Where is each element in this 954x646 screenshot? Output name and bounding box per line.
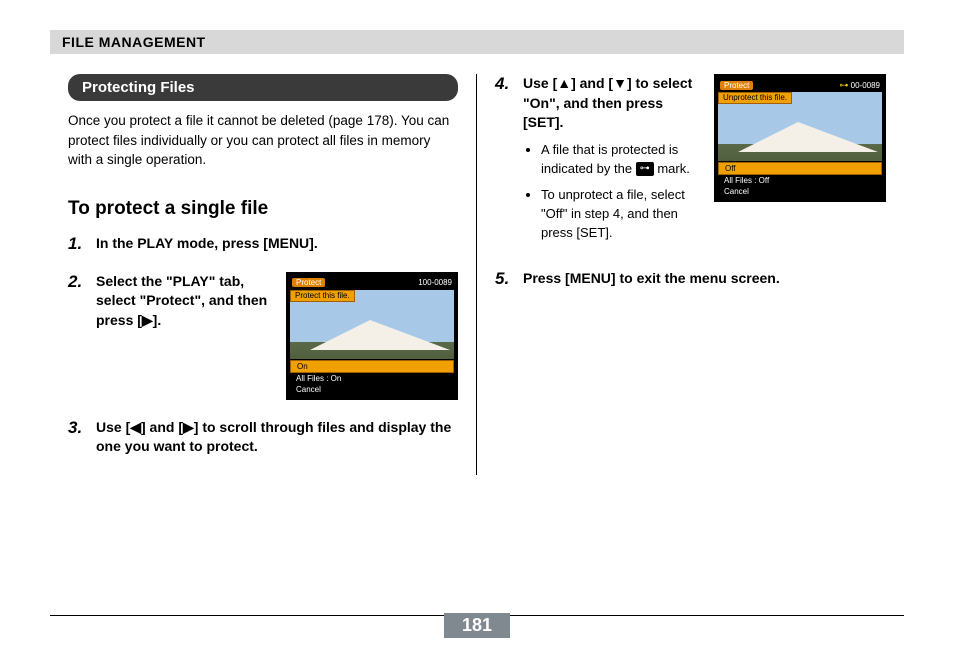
section-title: To protect a single file (68, 198, 458, 220)
lcd-preview-image (718, 124, 882, 152)
intro-text: Once you protect a file it cannot be del… (68, 111, 458, 170)
lcd-menu: Off All Files : Off Cancel (718, 161, 882, 198)
lcd-menu-item: All Files : Off (718, 175, 882, 186)
step-4: 4. Use [▲] and [▼] to select "On", and t… (495, 74, 886, 251)
step-text: Press [MENU] to exit the menu screen. (523, 269, 886, 289)
lcd-topbar: Protect ⊶ 00-0089 (718, 78, 882, 92)
page-number: 181 (444, 613, 510, 638)
lcd-subbar: Unprotect this file. (718, 92, 792, 104)
lcd-menu-item: All Files : On (290, 373, 454, 384)
subsection-header: Protecting Files (68, 74, 458, 101)
step-number: 1. (68, 234, 88, 254)
page-columns: Protecting Files Once you protect a file… (50, 74, 904, 475)
lcd-protect-label: Protect (292, 278, 325, 287)
lcd-menu-item: Cancel (718, 186, 882, 197)
lcd-menu-selected: Off (718, 162, 882, 175)
lcd-menu: On All Files : On Cancel (290, 359, 454, 396)
protect-key-icon: ⊶ (636, 162, 654, 177)
step-text: Use [▲] and [▼] to select "On", and then… (523, 74, 702, 133)
step-2: 2. Select the "PLAY" tab, select "Protec… (68, 272, 458, 400)
step-text: Use [◀] and [▶] to scroll through files … (96, 418, 458, 457)
lcd-file-number: 100-0089 (418, 278, 452, 287)
step-text: Select the "PLAY" tab, select "Protect",… (96, 272, 274, 331)
step-number: 3. (68, 418, 88, 457)
lcd-topbar-right: ⊶ 00-0089 (839, 80, 880, 91)
right-column: 4. Use [▲] and [▼] to select "On", and t… (477, 74, 904, 475)
left-column: Protecting Files Once you protect a file… (50, 74, 477, 475)
lcd-file-number: 00-0089 (851, 81, 880, 90)
lcd-menu-selected: On (290, 360, 454, 373)
lcd-preview-image (290, 322, 454, 350)
lcd-topbar: Protect 100-0089 (290, 276, 454, 290)
list-item: To unprotect a file, select "Off" in ste… (541, 186, 702, 243)
chapter-header: FILE MANAGEMENT (50, 30, 904, 54)
step-number: 2. (68, 272, 88, 400)
chapter-title: FILE MANAGEMENT (62, 34, 206, 50)
step-4-bullets: A file that is protected is indicated by… (523, 141, 702, 243)
lcd-subbar: Protect this file. (290, 290, 355, 302)
lcd-protect-label: Protect (720, 81, 753, 90)
bullet-text-b: mark. (657, 161, 690, 176)
camera-lcd-protect-on: Protect 100-0089 Protect this file. On A… (286, 272, 458, 400)
step-number: 4. (495, 74, 515, 251)
protect-key-icon: ⊶ (839, 80, 848, 91)
camera-lcd-protect-off: Protect ⊶ 00-0089 Unprotect this file. O… (714, 74, 886, 202)
step-text: In the PLAY mode, press [MENU]. (96, 234, 458, 254)
step-5: 5. Press [MENU] to exit the menu screen. (495, 269, 886, 289)
step-1: 1. In the PLAY mode, press [MENU]. (68, 234, 458, 254)
step-number: 5. (495, 269, 515, 289)
page-footer: 181 (50, 615, 904, 616)
lcd-menu-item: Cancel (290, 384, 454, 395)
list-item: A file that is protected is indicated by… (541, 141, 702, 179)
step-3: 3. Use [◀] and [▶] to scroll through fil… (68, 418, 458, 457)
subsection-title: Protecting Files (82, 79, 195, 96)
